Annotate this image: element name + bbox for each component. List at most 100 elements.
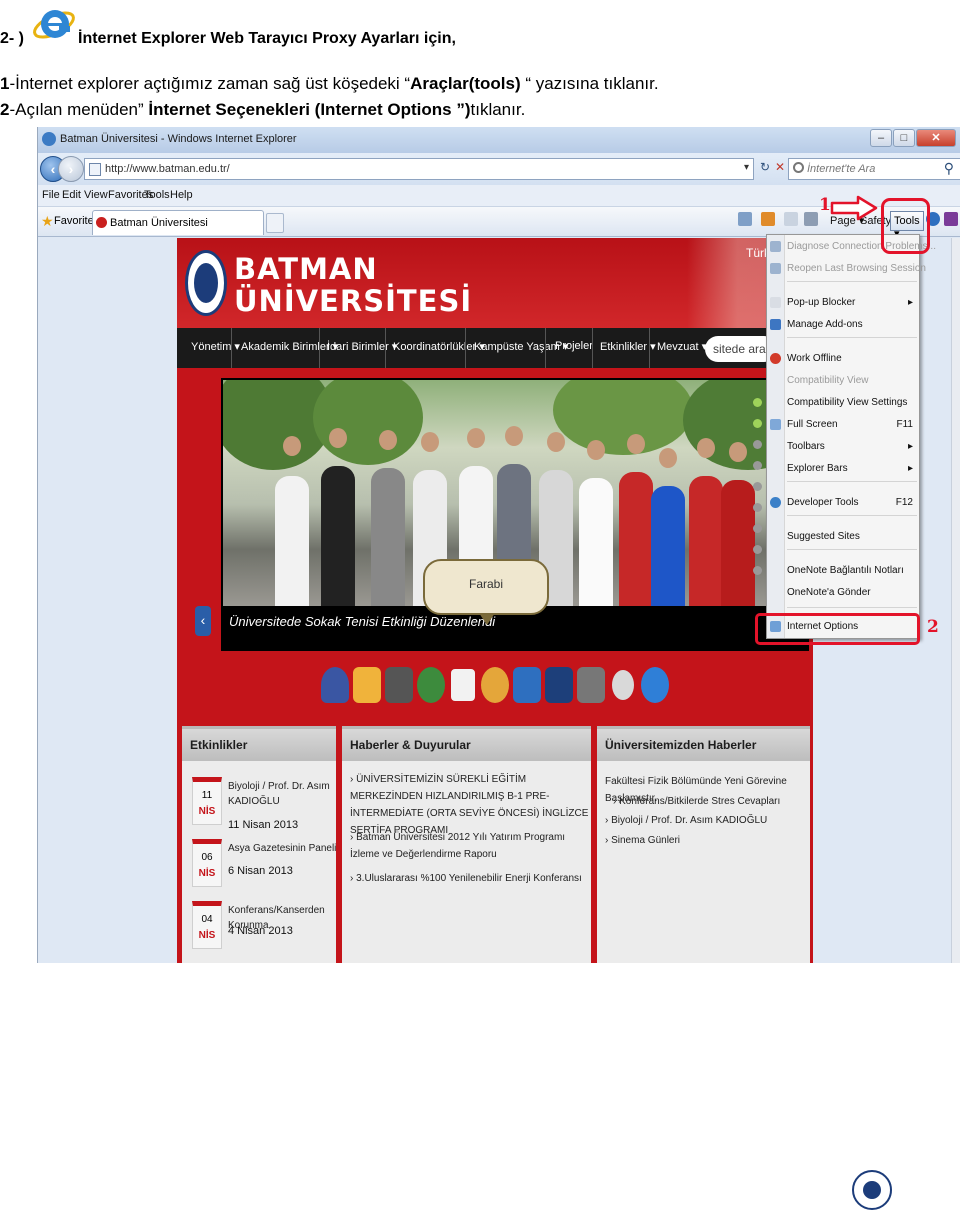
slider-dot[interactable] <box>753 482 762 491</box>
search-go-icon[interactable]: ⚲ <box>944 160 954 177</box>
page-scrollbar[interactable] <box>951 238 960 963</box>
menu-item-popup-blocker[interactable]: Pop-up Blocker <box>787 297 855 308</box>
users-icon[interactable] <box>481 667 509 703</box>
menu-item-work-offline[interactable]: Work Offline <box>787 353 842 364</box>
event-date: 6 Nisan 2013 <box>228 865 293 877</box>
uni-news-item[interactable]: › Sinema Günleri <box>605 832 805 849</box>
print-icon[interactable] <box>804 212 818 226</box>
event-title[interactable]: Asya Gazetesinin Paneli <box>228 841 340 856</box>
magnifier-icon[interactable] <box>609 667 637 703</box>
step-2-bold: İnternet Seçenekleri (Internet Options ”… <box>148 100 471 119</box>
menu-item-compatibility-view[interactable]: Compatibility View <box>787 375 869 386</box>
menu-edit[interactable]: Edit <box>62 189 81 201</box>
ie-window-icon <box>42 132 56 146</box>
tooltip-tail <box>479 613 495 625</box>
notebook-icon[interactable] <box>545 667 573 703</box>
mail-icon[interactable] <box>784 212 798 226</box>
news-item[interactable]: › Batman Üniversitesi 2012 Yılı Yatırım … <box>350 829 590 863</box>
mail-icon[interactable] <box>353 667 381 703</box>
favorites-star-icon[interactable]: ★ <box>41 213 54 230</box>
slider-prev-button[interactable]: ‹ <box>195 606 211 636</box>
slider-dot[interactable] <box>753 566 762 575</box>
menu-item-onenote-send[interactable]: OneNote'a Gönder <box>787 587 871 598</box>
feeds-icon[interactable] <box>761 212 775 226</box>
slider-dots <box>753 398 763 587</box>
slider-dot[interactable] <box>753 398 762 407</box>
slider-dot[interactable] <box>753 503 762 512</box>
forward-button[interactable]: › <box>58 156 84 182</box>
menu-item-toolbars[interactable]: Toolbars <box>787 441 825 452</box>
brand-line-1: BATMAN <box>234 252 378 286</box>
farabi-tooltip: Farabi <box>423 559 549 615</box>
minimize-button[interactable]: – <box>870 129 892 147</box>
url-input[interactable]: http://www.batman.edu.tr/ ▾ <box>84 158 754 180</box>
brand-line-2: ÜNİVERSİTESİ <box>234 284 473 318</box>
menu-item-compatibility-settings[interactable]: Compatibility View Settings <box>787 397 907 408</box>
globe-icon[interactable] <box>417 667 445 703</box>
calendar-badge: 04 NİS <box>192 901 222 949</box>
drive-icon[interactable] <box>385 667 413 703</box>
diagnose-icon <box>770 241 781 252</box>
menu-item-manage-addons[interactable]: Manage Add-ons <box>787 319 863 330</box>
new-tab-button[interactable] <box>266 213 284 233</box>
tab-label: Batman Üniversitesi <box>110 217 208 229</box>
search-placeholder: İnternet'te Ara <box>807 163 876 175</box>
step-1-bold: Araçlar(tools) <box>410 74 521 93</box>
maximize-button[interactable]: □ <box>893 129 915 147</box>
calendar-icon[interactable] <box>449 667 477 703</box>
slider-dot[interactable] <box>753 545 762 554</box>
tab-batman[interactable]: Batman Üniversitesi <box>92 210 264 235</box>
book-icon[interactable] <box>513 667 541 703</box>
slider-dot[interactable] <box>753 419 762 428</box>
step-1-text-end: “ yazısına tıklanır. <box>520 74 659 93</box>
menu-help[interactable]: Help <box>170 189 193 201</box>
menu-item-reopen[interactable]: Reopen Last Browsing Session <box>787 263 926 274</box>
addons-icon <box>770 319 781 330</box>
slide-caption[interactable]: Üniversitede Sokak Tenisi Etkinliği Düze… <box>229 614 495 629</box>
uni-news-item[interactable]: › Konferans/Bitkilerde Stres Cevapları <box>613 793 813 810</box>
nav-koordinatorlukler[interactable]: Koordinatörlükler ▾ <box>393 340 485 353</box>
farabi-label: Farabi <box>468 577 503 591</box>
menu-file[interactable]: File <box>42 189 60 201</box>
url-text: http://www.batman.edu.tr/ <box>105 163 230 175</box>
slider-dot[interactable] <box>753 461 762 470</box>
news-item[interactable]: › 3.Uluslararası %100 Yenilenebilir Ener… <box>350 870 590 887</box>
nav-mevzuat[interactable]: Mevzuat ▾ <box>657 340 707 353</box>
nav-idari[interactable]: İdari Birimler ▾ <box>327 340 397 353</box>
step-2-text: -Açılan menüden” <box>9 100 149 119</box>
uni-news-item[interactable]: › Biyoloji / Prof. Dr. Asım KADIOĞLU <box>605 812 805 829</box>
menu-item-explorer-bars[interactable]: Explorer Bars <box>787 463 848 474</box>
stop-icon[interactable]: ✕ <box>775 160 785 174</box>
event-title[interactable]: Biyoloji / Prof. Dr. Asım KADIOĞLU <box>228 779 340 809</box>
phone-icon[interactable] <box>577 667 605 703</box>
menu-view[interactable]: View <box>84 189 108 201</box>
slider-dot[interactable] <box>753 524 762 533</box>
nav-etkinlikler[interactable]: Etkinlikler ▾ <box>600 340 656 353</box>
internet-explorer-logo-icon <box>31 2 77 48</box>
url-dropdown-icon[interactable]: ▾ <box>744 162 749 173</box>
window-titlebar: Batman Üniversitesi - Windows Internet E… <box>38 127 960 153</box>
menu-item-full-screen[interactable]: Full Screen <box>787 419 838 430</box>
nav-akademik[interactable]: Akademik Birimler ▾ <box>241 340 338 353</box>
browser-screenshot: Batman Üniversitesi - Windows Internet E… <box>37 127 960 963</box>
onenote-icon[interactable] <box>944 212 958 226</box>
menu-item-onenote-notes[interactable]: OneNote Bağlantılı Notları <box>787 565 904 576</box>
menu-item-suggested-sites[interactable]: Suggested Sites <box>787 531 860 542</box>
search-input[interactable]: İnternet'te Ara ⚲ <box>788 158 960 180</box>
home-icon[interactable] <box>738 212 752 226</box>
developer-tools-icon <box>770 497 781 508</box>
step-2: 2-Açılan menüden” İnternet Seçenekleri (… <box>0 100 525 120</box>
menu-tools[interactable]: Tools <box>144 189 170 201</box>
calendar-badge: 11 NİS <box>192 777 222 825</box>
close-button[interactable]: ✕ <box>916 129 956 147</box>
popup-blocker-icon <box>770 297 781 308</box>
nav-projeler[interactable]: Projeler <box>555 340 593 352</box>
refresh-icon[interactable]: ↻ <box>760 160 770 174</box>
menu-item-developer-tools[interactable]: Developer Tools <box>787 497 859 508</box>
slider-dot[interactable] <box>753 440 762 449</box>
compass-icon[interactable] <box>641 667 669 703</box>
people-icon[interactable] <box>321 667 349 703</box>
step-1-text: -İnternet explorer açtığımız zaman sağ ü… <box>9 74 411 93</box>
nav-yonetim[interactable]: Yönetim ▾ <box>191 340 240 353</box>
calendar-badge: 06 NİS <box>192 839 222 887</box>
